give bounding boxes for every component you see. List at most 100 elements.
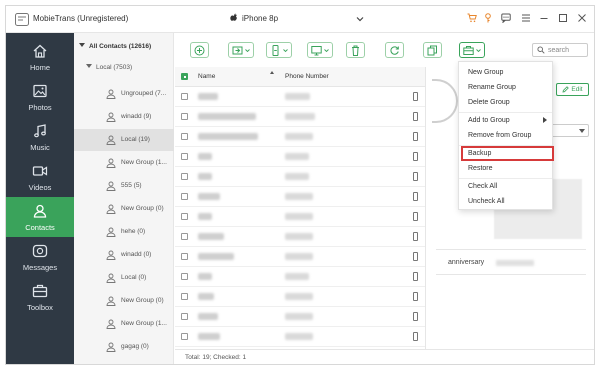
phone-icon (413, 292, 418, 301)
toolbox-icon (463, 45, 474, 55)
contacts-table: Name Phone Number (175, 67, 425, 347)
table-row[interactable] (175, 147, 425, 167)
table-row[interactable] (175, 247, 425, 267)
menu-icon[interactable] (520, 12, 532, 24)
group-item[interactable]: Local (19) (74, 129, 174, 151)
row-checkbox[interactable] (181, 213, 188, 220)
table-row[interactable] (175, 87, 425, 107)
group-item[interactable]: Local (0) (74, 267, 174, 289)
key-icon[interactable] (482, 12, 494, 24)
row-checkbox[interactable] (181, 93, 188, 100)
table-row[interactable] (175, 227, 425, 247)
group-local-label: Local (7503) (96, 64, 133, 71)
contact-phone-redacted (285, 93, 310, 100)
row-checkbox[interactable] (181, 153, 188, 160)
app-logo-icon (15, 13, 29, 26)
row-checkbox[interactable] (181, 173, 188, 180)
menu-item-restore[interactable]: Restore (468, 165, 493, 172)
nav-toolbox[interactable]: Toolbox (6, 277, 74, 317)
menu-item-remove-from-group[interactable]: Remove from Group (468, 132, 531, 139)
minimize-icon[interactable] (538, 12, 550, 24)
row-checkbox[interactable] (181, 273, 188, 280)
group-item[interactable]: New Group (0) (74, 198, 174, 220)
contact-name-redacted (198, 113, 256, 120)
group-local-root[interactable]: Local (7503) (86, 64, 132, 71)
nav-messages[interactable]: Messages (6, 237, 74, 277)
nav-videos[interactable]: Videos (6, 157, 74, 197)
phone-icon (413, 332, 418, 341)
contact-name-redacted (198, 293, 214, 300)
menu-item-add-to-group[interactable]: Add to Group (468, 117, 510, 124)
group-item[interactable]: hehe (0) (74, 221, 174, 243)
chevron-down-icon (283, 48, 288, 52)
menu-item-uncheck-all[interactable]: Uncheck All (468, 198, 505, 205)
contact-phone-redacted (285, 113, 315, 120)
group-item[interactable]: New Group (1... (74, 152, 174, 174)
duplicate-button[interactable] (423, 42, 442, 58)
music-icon (34, 123, 46, 137)
edit-button[interactable]: Edit (556, 83, 589, 96)
export-to-device-button[interactable] (266, 42, 292, 58)
menu-divider (459, 112, 552, 113)
avatar (432, 79, 458, 123)
group-name: New Group (1... (121, 320, 167, 327)
add-contact-button[interactable] (190, 42, 209, 58)
table-row[interactable] (175, 307, 425, 327)
table-row[interactable] (175, 127, 425, 147)
nav-music[interactable]: Music (6, 117, 74, 157)
refresh-icon (390, 45, 399, 55)
group-item[interactable]: New Group (0) (74, 290, 174, 312)
row-checkbox[interactable] (181, 313, 188, 320)
row-checkbox[interactable] (181, 193, 188, 200)
messages-icon (32, 244, 48, 257)
select-all-checkbox[interactable] (181, 73, 188, 80)
group-item[interactable]: 555 (5) (74, 175, 174, 197)
menu-item-rename-group[interactable]: Rename Group (468, 84, 516, 91)
export-to-pc-button[interactable] (307, 42, 333, 58)
phone-icon (413, 152, 418, 161)
nav-home[interactable]: Home (6, 37, 74, 77)
close-icon[interactable] (576, 12, 588, 24)
menu-item-check-all[interactable]: Check All (468, 183, 497, 190)
group-item[interactable]: gagag (0) (74, 336, 174, 358)
group-all-contacts[interactable]: All Contacts (12616) (79, 43, 151, 50)
feedback-icon[interactable] (500, 12, 512, 24)
row-checkbox[interactable] (181, 113, 188, 120)
phone-icon (413, 232, 418, 241)
contact-name-redacted (198, 333, 220, 340)
search-input[interactable]: search (532, 43, 588, 57)
column-name-header[interactable]: Name (198, 73, 215, 80)
group-item[interactable]: New Group (1... (74, 313, 174, 335)
person-icon (106, 273, 116, 283)
row-checkbox[interactable] (181, 233, 188, 240)
delete-button[interactable] (346, 42, 365, 58)
home-icon (33, 44, 47, 58)
row-checkbox[interactable] (181, 293, 188, 300)
import-button[interactable] (228, 42, 254, 58)
group-item[interactable]: Ungrouped (7... (74, 83, 174, 105)
nav-photos[interactable]: Photos (6, 77, 74, 117)
row-checkbox[interactable] (181, 253, 188, 260)
table-row[interactable] (175, 327, 425, 347)
menu-item-delete-group[interactable]: Delete Group (468, 99, 510, 106)
menu-item-new-group[interactable]: New Group (468, 69, 503, 76)
table-row[interactable] (175, 207, 425, 227)
table-row[interactable] (175, 187, 425, 207)
device-selector[interactable]: iPhone 8p (230, 13, 278, 23)
row-checkbox[interactable] (181, 133, 188, 140)
table-row[interactable] (175, 107, 425, 127)
table-row[interactable] (175, 167, 425, 187)
more-tools-button[interactable] (459, 42, 485, 58)
row-checkbox[interactable] (181, 333, 188, 340)
chevron-down-icon[interactable] (356, 16, 364, 22)
table-row[interactable] (175, 267, 425, 287)
table-row[interactable] (175, 287, 425, 307)
nav-contacts[interactable]: Contacts (6, 197, 74, 237)
group-item[interactable]: winadd (9) (74, 106, 174, 128)
column-phone-header[interactable]: Phone Number (285, 73, 329, 80)
maximize-icon[interactable] (557, 12, 569, 24)
refresh-button[interactable] (385, 42, 404, 58)
contact-groups-panel: All Contacts (12616) Local (7503) Ungrou… (74, 33, 174, 364)
group-item[interactable]: winadd (0) (74, 244, 174, 266)
cart-icon[interactable] (466, 12, 478, 24)
